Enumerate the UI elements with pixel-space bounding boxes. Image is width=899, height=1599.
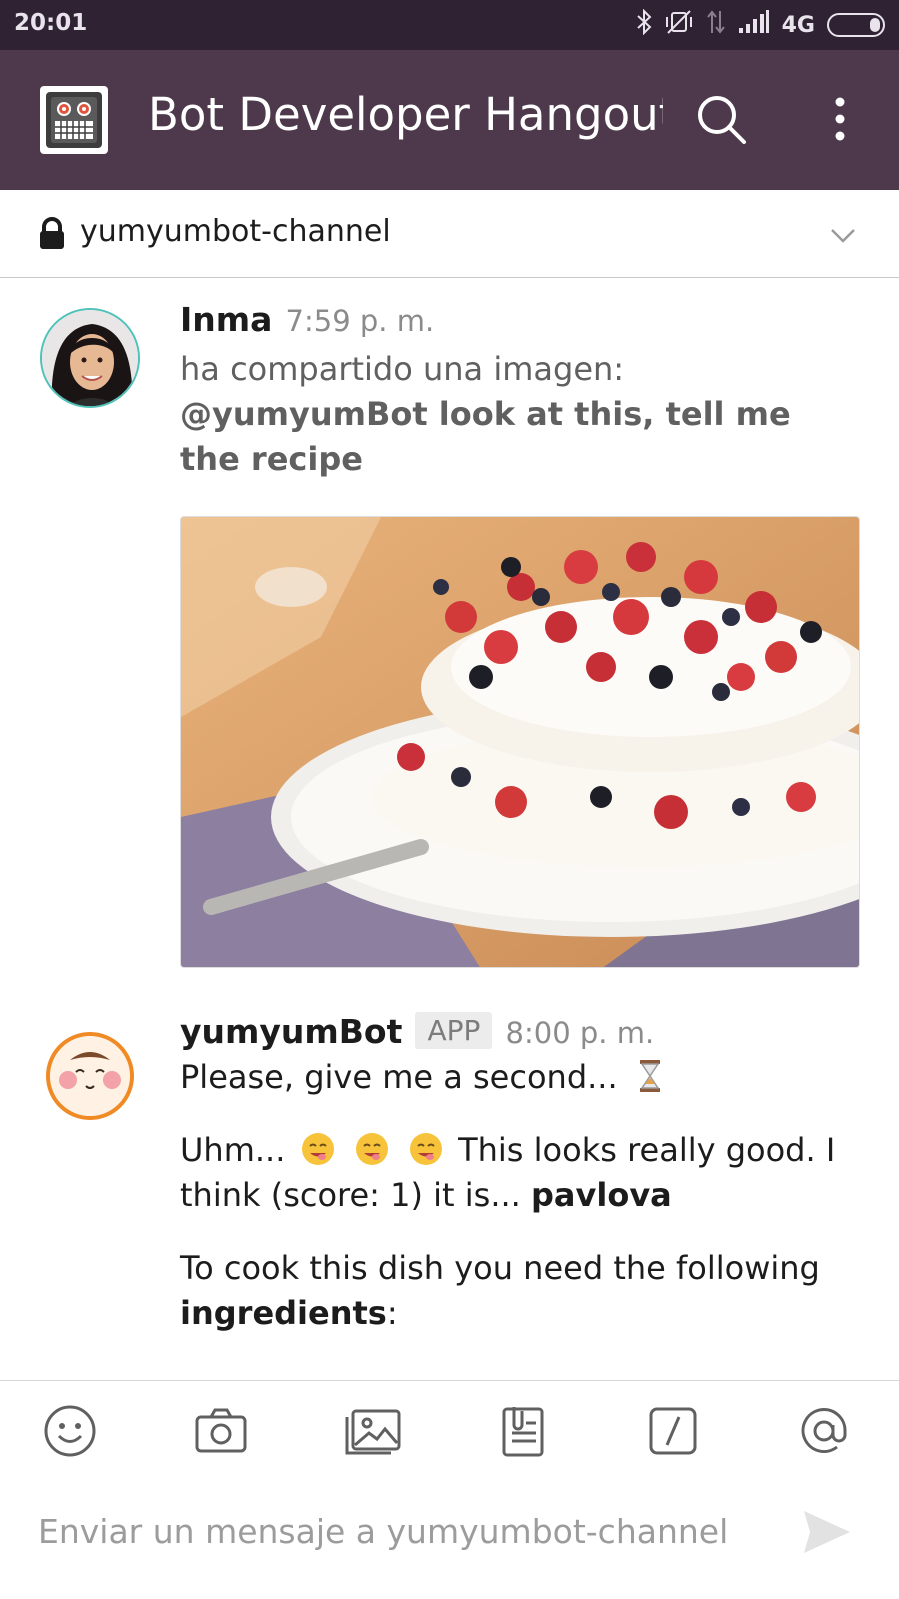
status-time: 20:01: [14, 10, 88, 36]
bot-ingredients-text: To cook this dish you need the following: [180, 1249, 820, 1287]
search-icon[interactable]: [692, 90, 752, 150]
message-time[interactable]: 8:00 p. m.: [506, 1016, 655, 1050]
vibrate-off-icon: [664, 9, 694, 41]
robot-icon[interactable]: [40, 86, 108, 154]
app-header: Bot Developer Hangout: [0, 50, 899, 190]
avatar[interactable]: [40, 308, 140, 408]
yum-face-icon: [300, 1131, 336, 1167]
message-composer: [0, 1380, 899, 1599]
dish-name: pavlova: [531, 1176, 672, 1214]
app-badge: APP: [415, 1012, 493, 1049]
camera-icon[interactable]: [193, 1403, 249, 1459]
bot-uhm-text: Uhm...: [180, 1131, 286, 1169]
channel-header[interactable]: yumyumbot-channel: [0, 190, 899, 278]
lock-icon: [38, 217, 66, 251]
message-input[interactable]: [38, 1501, 758, 1561]
network-type: 4G: [781, 12, 815, 38]
message-time[interactable]: 7:59 p. m.: [286, 304, 435, 338]
message-text: Please, give me a second...: [180, 1055, 860, 1100]
colon-text: :: [386, 1294, 398, 1332]
message-body: yumyumBot APP 8:00 p. m. Please, give me…: [180, 1012, 860, 1336]
team-title[interactable]: Bot Developer Hangout: [148, 88, 663, 141]
channel-name[interactable]: yumyumbot-channel: [80, 214, 391, 249]
bluetooth-icon: [636, 8, 652, 41]
send-icon[interactable]: [800, 1505, 854, 1559]
status-icons: 4G: [636, 8, 885, 41]
shared-image[interactable]: [180, 516, 860, 968]
share-text: ha compartido una imagen:: [180, 350, 625, 388]
file-attachment-icon[interactable]: [494, 1403, 550, 1459]
battery-icon: [827, 13, 885, 37]
status-bar: 20:01 4G: [0, 0, 899, 50]
message-text: To cook this dish you need the following…: [180, 1246, 860, 1336]
data-transfer-icon: [706, 9, 726, 41]
bot-wait-text: Please, give me a second...: [180, 1058, 618, 1096]
image-caption: @yumyumBot look at this, tell me the rec…: [180, 395, 791, 478]
signal-icon: [738, 10, 770, 40]
yum-face-icon: [354, 1131, 390, 1167]
yum-face-icon: [408, 1131, 444, 1167]
message-author[interactable]: yumyumBot: [180, 1012, 402, 1051]
chevron-down-icon[interactable]: [828, 220, 858, 250]
ingredients-word: ingredients: [180, 1294, 387, 1332]
avatar[interactable]: [46, 1032, 134, 1120]
message-body: Inma 7:59 p. m. ha compartido una imagen…: [180, 300, 860, 482]
image-gallery-icon[interactable]: [343, 1403, 401, 1459]
message-author[interactable]: Inma: [180, 300, 272, 339]
more-options-icon[interactable]: [820, 90, 860, 150]
emoji-icon[interactable]: [42, 1403, 98, 1459]
slash-command-icon[interactable]: [645, 1403, 701, 1459]
hourglass-icon: [632, 1058, 668, 1094]
message-text: Uhm... This looks really good. I think (…: [180, 1128, 860, 1218]
mention-icon[interactable]: [796, 1403, 852, 1459]
